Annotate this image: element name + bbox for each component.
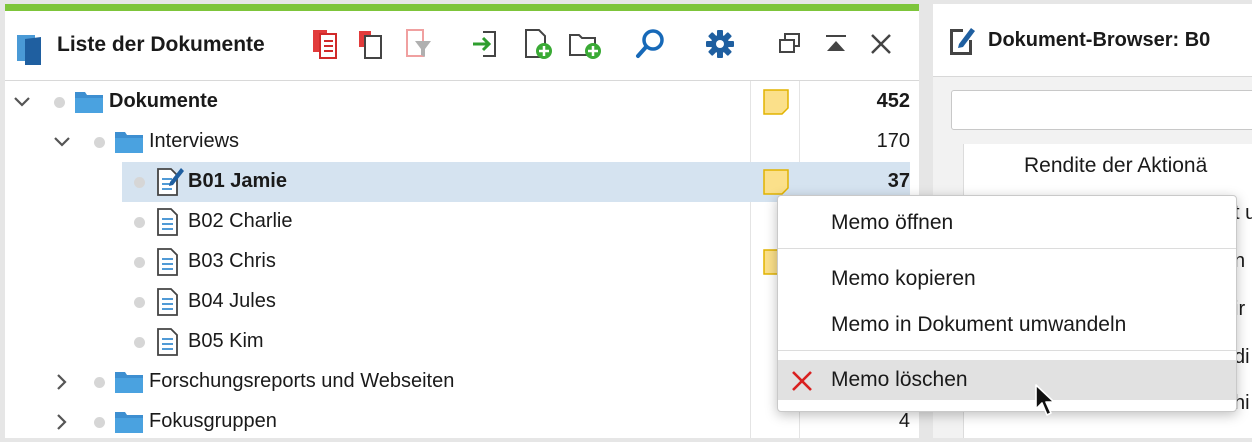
memo-context-menu: Memo öffnen Memo kopieren Memo in Dokume… xyxy=(777,195,1237,412)
menu-separator xyxy=(778,248,1236,249)
chevron-down-icon[interactable] xyxy=(52,132,72,152)
delete-x-icon xyxy=(790,369,814,398)
tree-row-b04-jules[interactable]: B04 Jules xyxy=(5,282,910,322)
panel-title: Liste der Dokumente xyxy=(57,33,265,56)
tree-label: B05 Kim xyxy=(188,330,264,352)
document-icon xyxy=(155,246,181,283)
menu-item-label: Memo löschen xyxy=(831,368,968,391)
tree-row-b05-kim[interactable]: B05 Kim xyxy=(5,322,910,362)
folder-icon xyxy=(114,368,144,399)
tree-row-forschungsreports[interactable]: Forschungsreports und Webseiten xyxy=(5,362,910,402)
tree-count: 4 xyxy=(898,410,910,432)
document-edit-icon xyxy=(155,166,185,203)
browser-titlebar: Dokument-Browser: B0 xyxy=(933,4,1252,77)
status-dot xyxy=(134,217,145,228)
status-dot xyxy=(134,337,145,348)
status-dot xyxy=(134,297,145,308)
edit-document-icon xyxy=(947,24,977,61)
status-dot xyxy=(94,137,105,148)
document-icon xyxy=(155,286,181,323)
mouse-pointer-icon xyxy=(1034,383,1058,424)
tree-label: B03 Chris xyxy=(188,250,276,272)
chevron-down-icon[interactable] xyxy=(12,92,32,112)
tree-label: Forschungsreports und Webseiten xyxy=(149,370,455,392)
new-folder-icon[interactable] xyxy=(566,25,604,63)
menu-item-memo-kopieren[interactable]: Memo kopieren xyxy=(778,259,1236,299)
menu-item-memo-loeschen[interactable]: Memo löschen xyxy=(778,360,1236,400)
menu-item-memo-oeffnen[interactable]: Memo öffnen xyxy=(778,203,1236,243)
panel-titlebar: Liste der Dokumente xyxy=(5,11,919,81)
tree-row-b02-charlie[interactable]: B02 Charlie xyxy=(5,202,910,242)
chevron-right-icon[interactable] xyxy=(52,372,72,392)
close-icon[interactable] xyxy=(862,25,900,63)
tree-label: B02 Charlie xyxy=(188,210,293,232)
copy-red-icon[interactable] xyxy=(306,25,344,63)
memo-note-icon[interactable] xyxy=(762,88,790,121)
tree-count: 37 xyxy=(887,170,910,192)
document-icon xyxy=(155,326,181,363)
tree-label: Interviews xyxy=(149,130,240,152)
filter-icon[interactable] xyxy=(400,25,438,63)
import-icon[interactable] xyxy=(466,25,504,63)
menu-item-label: Memo in Dokument umwandeln xyxy=(831,313,1127,336)
active-panel-bar xyxy=(5,4,919,11)
tree-count: 452 xyxy=(876,90,910,112)
chevron-right-icon[interactable] xyxy=(52,412,72,432)
tree-label: B04 Jules xyxy=(188,290,276,312)
browser-title: Dokument-Browser: B0 xyxy=(988,29,1211,51)
status-dot xyxy=(134,257,145,268)
status-dot xyxy=(54,97,65,108)
tree-label: Fokusgruppen xyxy=(149,410,277,432)
menu-separator xyxy=(778,350,1236,351)
status-dot xyxy=(134,177,145,188)
menu-item-label: Memo öffnen xyxy=(831,211,954,234)
search-icon[interactable] xyxy=(632,25,670,63)
tree-label: B01 Jamie xyxy=(188,170,287,192)
menu-item-memo-umwandeln[interactable]: Memo in Dokument umwandeln xyxy=(778,305,1236,345)
collapse-icon[interactable] xyxy=(817,25,855,63)
tree-row-dokumente[interactable]: Dokumente 452 xyxy=(5,82,910,122)
browser-search-field[interactable] xyxy=(951,90,1252,130)
gear-icon[interactable] xyxy=(701,25,739,63)
folder-icon xyxy=(114,408,144,438)
tree-label: Dokumente xyxy=(109,90,218,112)
new-document-icon[interactable] xyxy=(519,25,557,63)
menu-item-label: Memo kopieren xyxy=(831,267,976,290)
status-dot xyxy=(94,417,105,428)
restore-window-icon[interactable] xyxy=(771,25,809,63)
document-list-icon xyxy=(15,31,47,72)
tree-row-fokusgruppen[interactable]: Fokusgruppen 4 xyxy=(5,402,910,438)
folder-icon xyxy=(74,88,104,119)
status-dot xyxy=(94,377,105,388)
document-icon xyxy=(155,206,181,243)
tree-row-b03-chris[interactable]: B03 Chris xyxy=(5,242,910,282)
copy-list-icon[interactable] xyxy=(352,25,390,63)
tree-row-interviews[interactable]: Interviews 170 xyxy=(5,122,910,162)
tree-count: 170 xyxy=(876,130,910,152)
tree-row-b01-jamie[interactable]: B01 Jamie 37 xyxy=(5,162,910,202)
document-heading: Rendite der Aktionä xyxy=(1024,154,1208,177)
folder-icon xyxy=(114,128,144,159)
